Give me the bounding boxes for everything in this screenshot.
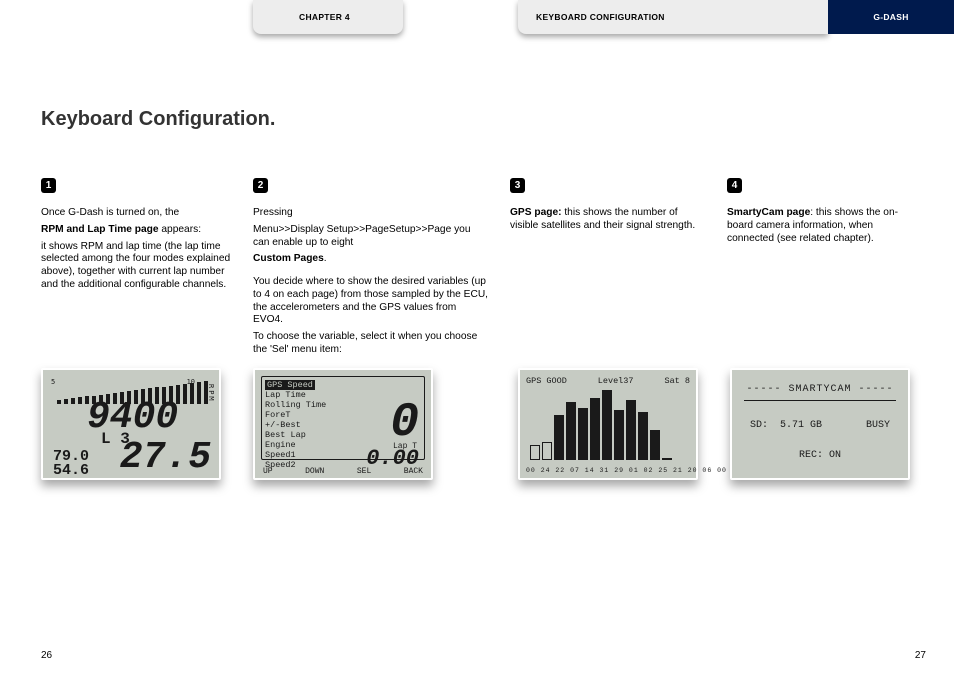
s2-sel: SEL bbox=[357, 467, 371, 476]
c2-bold: Custom Pages bbox=[253, 253, 324, 264]
s3-bar bbox=[662, 458, 672, 460]
s4-busy: BUSY bbox=[866, 420, 890, 431]
page-number-right: 27 bbox=[915, 650, 926, 661]
c2-l4: To choose the variable, select it when y… bbox=[253, 331, 488, 357]
s1-scale5: 5 bbox=[51, 378, 55, 386]
column-1: 1 Once G-Dash is turned on, the RPM and … bbox=[41, 178, 231, 361]
s2-item: GPS Speed bbox=[265, 380, 315, 390]
tab-brand: G-DASH bbox=[828, 0, 954, 34]
c3-bold: GPS page: bbox=[510, 207, 562, 218]
column-4: 4 SmartyCam page: this shows the on-boar… bbox=[727, 178, 917, 361]
columns: 1 Once G-Dash is turned on, the RPM and … bbox=[41, 178, 926, 361]
s4-sd-val: 5.71 GB bbox=[780, 420, 822, 431]
tab-section: KEYBOARD CONFIGURATION bbox=[518, 0, 828, 34]
s4-sd-label: SD: bbox=[750, 420, 768, 431]
badge-2: 2 bbox=[253, 178, 268, 193]
s2-item: Lap Time bbox=[265, 390, 326, 400]
s1-laptime: 27.5 bbox=[120, 436, 211, 479]
s2-item: +/-Best bbox=[265, 420, 326, 430]
s3-bar bbox=[578, 408, 588, 460]
s3-good: GPS GOOD bbox=[526, 376, 567, 386]
c1-line1: Once G-Dash is turned on, the bbox=[41, 207, 179, 218]
s3-bar bbox=[638, 412, 648, 460]
s2-item: Engine bbox=[265, 440, 326, 450]
s1-ch2: 54.6 bbox=[53, 462, 89, 479]
s2-footer: UP DOWN SEL BACK bbox=[255, 467, 431, 476]
badge-4: 4 bbox=[727, 178, 742, 193]
s3-bar bbox=[566, 402, 576, 460]
s2-down: DOWN bbox=[305, 467, 324, 476]
top-tabs: CHAPTER 4 KEYBOARD CONFIGURATION G-DASH bbox=[0, 0, 954, 36]
s4-title: ----- SMARTYCAM ----- bbox=[732, 384, 908, 395]
c2-l2: Menu>>Display Setup>>PageSetup>>Page you… bbox=[253, 224, 488, 250]
badge-3: 3 bbox=[510, 178, 525, 193]
s2-item: Best Lap bbox=[265, 430, 326, 440]
s3-bar bbox=[626, 400, 636, 460]
s3-bar bbox=[602, 390, 612, 460]
s4-divider bbox=[744, 400, 896, 401]
lcd-custom-page-menu: GPS SpeedLap TimeRolling TimeForeT+/-Bes… bbox=[253, 368, 433, 480]
s3-bar bbox=[614, 410, 624, 460]
column-2: 2 Pressing Menu>>Display Setup>>PageSetu… bbox=[253, 178, 488, 361]
lcd-smartycam: ----- SMARTYCAM ----- SD: 5.71 GB BUSY R… bbox=[730, 368, 910, 480]
s3-bars bbox=[530, 388, 672, 460]
s4-rec: REC: ON bbox=[732, 450, 908, 461]
s2-item: Rolling Time bbox=[265, 400, 326, 410]
badge-1: 1 bbox=[41, 178, 56, 193]
s2-item: Speed1 bbox=[265, 450, 326, 460]
c2-bolddot: . bbox=[324, 253, 327, 264]
s2-list: GPS SpeedLap TimeRolling TimeForeT+/-Bes… bbox=[265, 380, 326, 470]
page-title: Keyboard Configuration. bbox=[41, 108, 275, 131]
s2-item: ForeT bbox=[265, 410, 326, 420]
s3-axis: 00 24 22 07 14 31 29 01 02 25 21 20 06 0… bbox=[526, 467, 690, 474]
c1-rest: it shows RPM and lap time (the lap time … bbox=[41, 241, 231, 292]
s3-bar bbox=[554, 415, 564, 460]
tab-chapter: CHAPTER 4 bbox=[253, 0, 403, 34]
c1-bold: RPM and Lap Time page bbox=[41, 224, 159, 235]
s1-rpm-label: RPM bbox=[207, 384, 215, 403]
s3-bar bbox=[650, 430, 660, 460]
s3-bar bbox=[542, 442, 552, 460]
c2-l1: Pressing bbox=[253, 207, 488, 220]
s3-bar bbox=[530, 445, 540, 460]
s3-bar bbox=[590, 398, 600, 460]
lcd-rpm-lap: 5 10 RPM 9400 L 3 79.0 54.6 27.5 bbox=[41, 368, 221, 480]
c4-bold: SmartyCam page bbox=[727, 207, 810, 218]
s3-sat: Sat 8 bbox=[664, 376, 690, 386]
c2-l3: You decide where to show the desired var… bbox=[253, 276, 488, 327]
column-3: 3 GPS page: this shows the number of vis… bbox=[510, 178, 705, 361]
page-number-left: 26 bbox=[41, 650, 52, 661]
s3-level: Level37 bbox=[598, 376, 634, 386]
lcd-gps-page: GPS GOOD Level37 Sat 8 00 24 22 07 14 31… bbox=[518, 368, 698, 480]
c1-afterbold: appears: bbox=[159, 224, 201, 235]
s2-back: BACK bbox=[404, 467, 423, 476]
s2-up: UP bbox=[263, 467, 273, 476]
